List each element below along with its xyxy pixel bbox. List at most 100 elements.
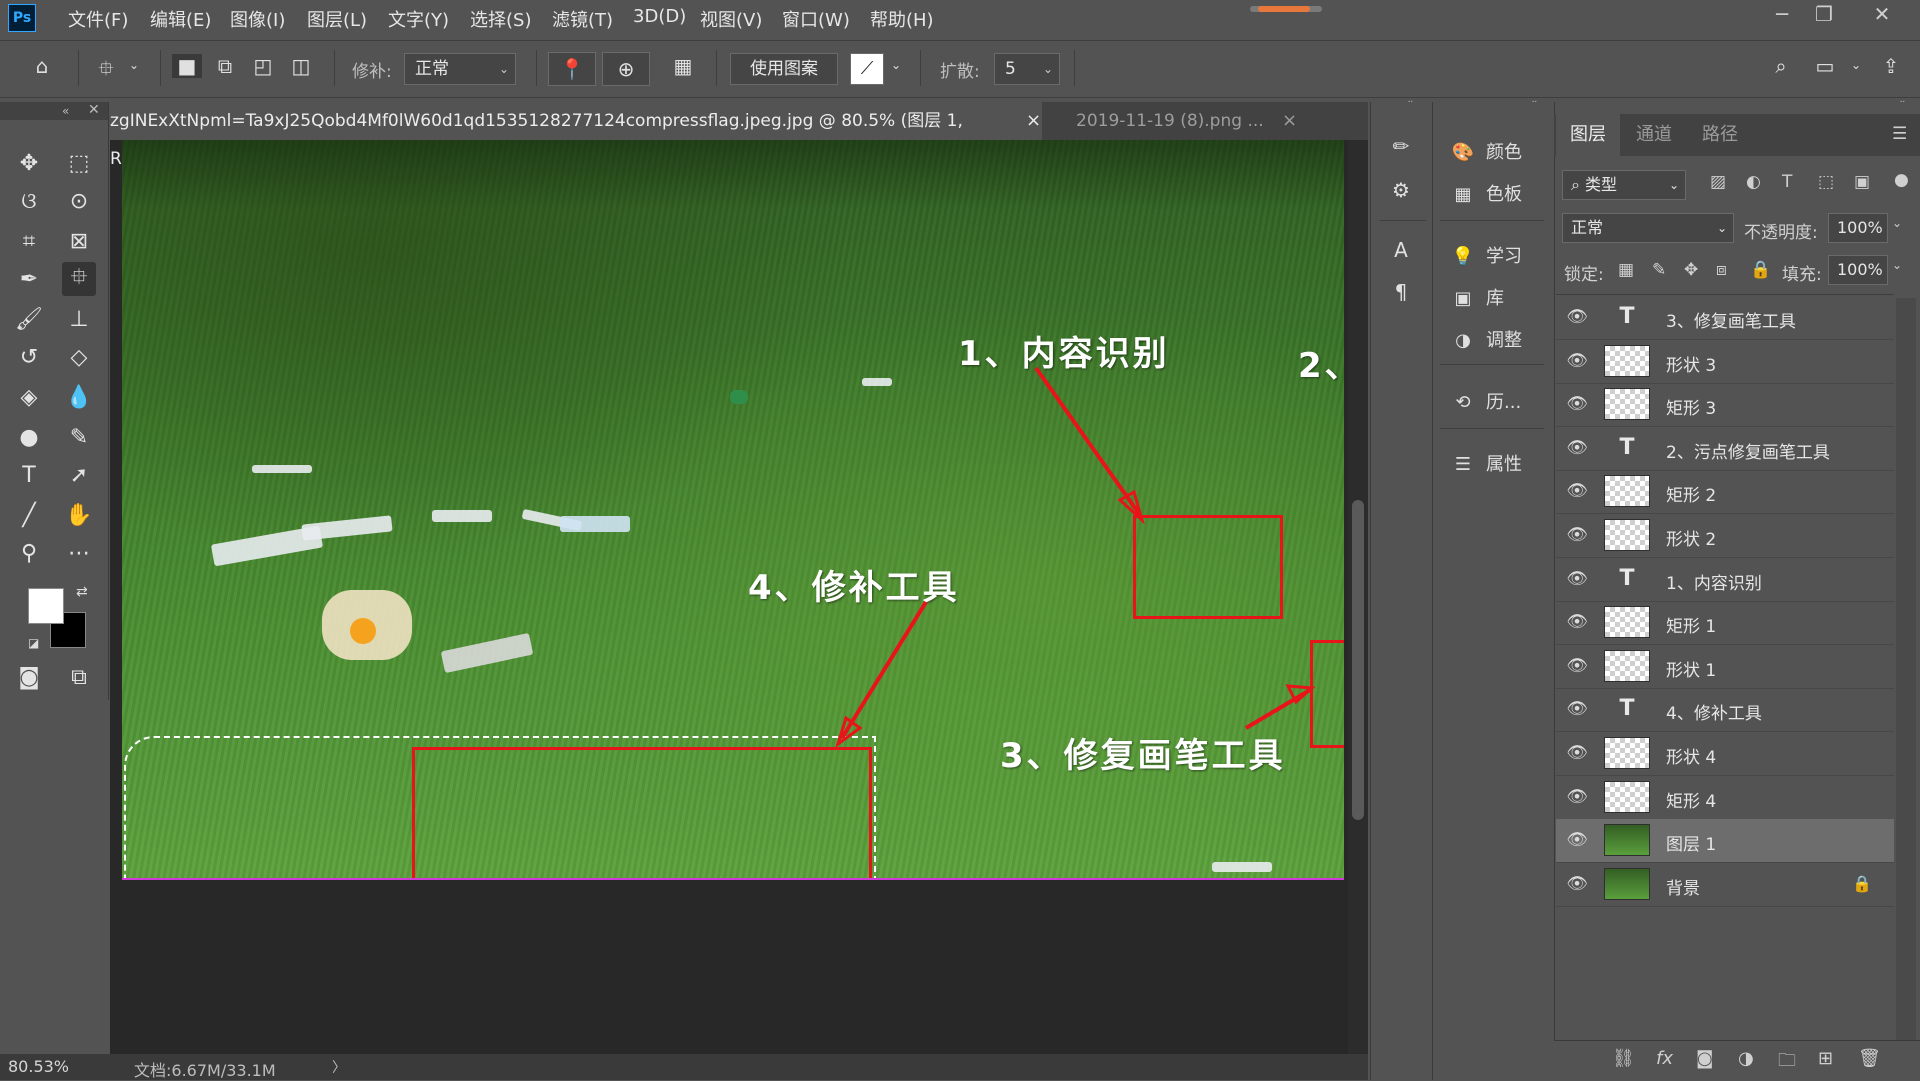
visibility-eye-icon[interactable]: 👁 <box>1566 787 1588 809</box>
visibility-eye-icon[interactable]: 👁 <box>1566 612 1588 634</box>
visibility-eye-icon[interactable]: 👁 <box>1566 569 1588 591</box>
menu-file[interactable]: 文件(F) <box>68 6 128 32</box>
filter-adjustment-icon[interactable]: ◐ <box>1746 172 1761 192</box>
mask-icon[interactable]: ◙ <box>1696 1048 1713 1069</box>
tab-active-document[interactable]: zgINExXtNpml=Ta9xJ25Qobd4Mf0lW60d1qd1535… <box>110 102 1042 169</box>
layer-row[interactable]: 👁 T 4、修补工具 <box>1556 688 1894 733</box>
path-select-icon[interactable]: ➚ <box>62 458 96 492</box>
close-window-button[interactable]: ✕ <box>1862 2 1902 26</box>
lock-image-icon[interactable]: ✎ <box>1652 260 1666 280</box>
chevron-down-icon[interactable]: ⌄ <box>1846 58 1866 72</box>
panel-history[interactable]: ⟲ 历... <box>1448 388 1521 414</box>
destination-target-icon[interactable]: ⊕ <box>602 52 650 86</box>
menu-layer[interactable]: 图层(L) <box>307 6 367 32</box>
lock-artboard-icon[interactable]: ⧈ <box>1716 260 1727 280</box>
brush-tool-icon[interactable]: 🖌 <box>12 302 46 336</box>
minimize-button[interactable]: ─ <box>1762 2 1802 26</box>
visibility-eye-icon[interactable]: 👁 <box>1566 481 1588 503</box>
eyedropper-tool-icon[interactable]: ✒ <box>12 262 46 296</box>
visibility-eye-icon[interactable]: 👁 <box>1566 307 1588 329</box>
subtract-selection-icon[interactable]: ◰ <box>248 54 278 78</box>
visibility-eye-icon[interactable]: 👁 <box>1566 874 1588 896</box>
visibility-eye-icon[interactable]: 👁 <box>1566 351 1588 373</box>
menu-type[interactable]: 文字(Y) <box>388 6 449 32</box>
quick-select-tool-icon[interactable]: ⊙ <box>62 184 96 218</box>
patch-tool-icon[interactable]: ⯐ <box>62 262 96 296</box>
tab-channels[interactable]: 通道 <box>1622 114 1686 156</box>
brush-settings-icon[interactable]: ✏ <box>1384 134 1418 158</box>
patch-tool-icon[interactable]: ⯐ <box>88 54 124 88</box>
filter-shape-icon[interactable]: ⬚ <box>1818 172 1834 192</box>
layer-row[interactable]: 👁 形状 1 <box>1556 645 1894 689</box>
lock-transparent-icon[interactable]: ▦ <box>1618 260 1634 280</box>
tab-second-document[interactable]: 2019-11-19 (8).png ... × <box>1064 102 1316 140</box>
layer-row[interactable]: 👁 T 2、污点修复画笔工具 <box>1556 427 1894 471</box>
visibility-eye-icon[interactable]: 👁 <box>1566 743 1588 765</box>
blend-mode-select[interactable]: 正常 ⌄ <box>1562 213 1734 243</box>
tab-layers[interactable]: 图层 <box>1556 114 1620 156</box>
zoom-tool-icon[interactable]: ⚲ <box>12 536 46 570</box>
vertical-scroll-thumb[interactable] <box>1352 500 1364 820</box>
panel-libraries[interactable]: ▣ 库 <box>1448 284 1504 310</box>
chevron-down-icon[interactable]: ⌄ <box>124 58 144 72</box>
tab-paths[interactable]: 路径 <box>1688 114 1752 156</box>
menu-help[interactable]: 帮助(H) <box>870 6 934 32</box>
move-tool-icon[interactable]: ✥ <box>12 146 46 180</box>
intersect-selection-icon[interactable]: ◫ <box>286 54 316 78</box>
chevron-down-icon[interactable]: ⌄ <box>1892 258 1902 272</box>
crop-tool-icon[interactable]: ⌗ <box>12 224 46 258</box>
group-icon[interactable]: 🗀 <box>1778 1048 1796 1078</box>
fill-field[interactable]: 100% <box>1828 255 1888 285</box>
hand-tool-icon[interactable]: ✋ <box>62 498 96 532</box>
layer-row[interactable]: 👁 矩形 2 <box>1556 470 1894 515</box>
menu-window[interactable]: 窗口(W) <box>782 6 850 32</box>
use-pattern-button[interactable]: 使用图案 <box>730 53 838 85</box>
panel-properties[interactable]: ☰ 属性 <box>1448 450 1522 476</box>
layer-row[interactable]: 👁 形状 2 <box>1556 514 1894 558</box>
layer-row[interactable]: 👁 T 1、内容识别 <box>1556 558 1894 602</box>
type-tool-icon[interactable]: T <box>12 458 46 492</box>
paint-bucket-icon[interactable]: ◈ <box>12 380 46 414</box>
menu-3d[interactable]: 3D(D) <box>633 6 686 27</box>
restore-button[interactable]: ❐ <box>1804 2 1844 26</box>
collapse-icon[interactable]: « <box>62 104 69 118</box>
visibility-eye-icon[interactable]: 👁 <box>1566 830 1588 852</box>
quick-mask-icon[interactable]: ◙ <box>12 660 46 694</box>
layer-row[interactable]: 👁 矩形 1 <box>1556 601 1894 646</box>
menu-select[interactable]: 选择(S) <box>470 6 531 32</box>
panel-adjustments[interactable]: ◑ 调整 <box>1448 326 1522 352</box>
transparent-checker-icon[interactable]: ▦ <box>668 54 698 78</box>
menu-view[interactable]: 视图(V) <box>700 6 762 32</box>
filter-toggle-icon[interactable]: ● <box>1894 170 1909 190</box>
paragraph-icon[interactable]: ¶ <box>1384 280 1418 304</box>
add-selection-icon[interactable]: ⧉ <box>210 54 240 78</box>
link-icon[interactable]: ⛓ <box>1612 1048 1635 1069</box>
fx-icon[interactable]: fx <box>1656 1048 1673 1069</box>
lock-icon[interactable]: 🔒 <box>1852 874 1872 893</box>
close-tab-icon[interactable]: × <box>1282 102 1297 140</box>
pattern-swatch-icon[interactable]: ⟋ <box>850 53 884 85</box>
visibility-eye-icon[interactable]: 👁 <box>1566 525 1588 547</box>
layers-scrollbar[interactable] <box>1896 298 1916 1040</box>
status-more-icon[interactable]: 〉 <box>332 1057 346 1077</box>
opacity-field[interactable]: 100% <box>1828 213 1888 243</box>
menu-filter[interactable]: 滤镜(T) <box>552 6 613 32</box>
filter-type-icon[interactable]: T <box>1782 172 1792 192</box>
lasso-tool-icon[interactable]: ଓ <box>12 184 46 218</box>
chevron-down-icon[interactable]: ⌄ <box>886 58 906 72</box>
layer-row[interactable]: 👁 矩形 3 <box>1556 383 1894 428</box>
visibility-eye-icon[interactable]: 👁 <box>1566 699 1588 721</box>
foreground-color-swatch[interactable] <box>28 588 64 624</box>
character-icon[interactable]: A <box>1384 238 1418 262</box>
more-tools-icon[interactable]: ⋯ <box>62 536 96 570</box>
workspace-icon[interactable]: ▭ <box>1810 54 1840 78</box>
visibility-eye-icon[interactable]: 👁 <box>1566 656 1588 678</box>
new-layer-icon[interactable]: ⊞ <box>1818 1048 1833 1069</box>
diffusion-field[interactable]: 5 ⌄ <box>994 53 1060 85</box>
new-selection-icon[interactable]: ■ <box>172 54 202 78</box>
panel-color[interactable]: 🎨 颜色 <box>1448 138 1522 164</box>
default-colors-icon[interactable]: ◪ <box>28 636 39 650</box>
swap-colors-icon[interactable]: ⇄ <box>76 584 88 600</box>
home-icon[interactable]: ⌂ <box>24 54 60 78</box>
dodge-tool-icon[interactable]: ● <box>12 420 46 454</box>
